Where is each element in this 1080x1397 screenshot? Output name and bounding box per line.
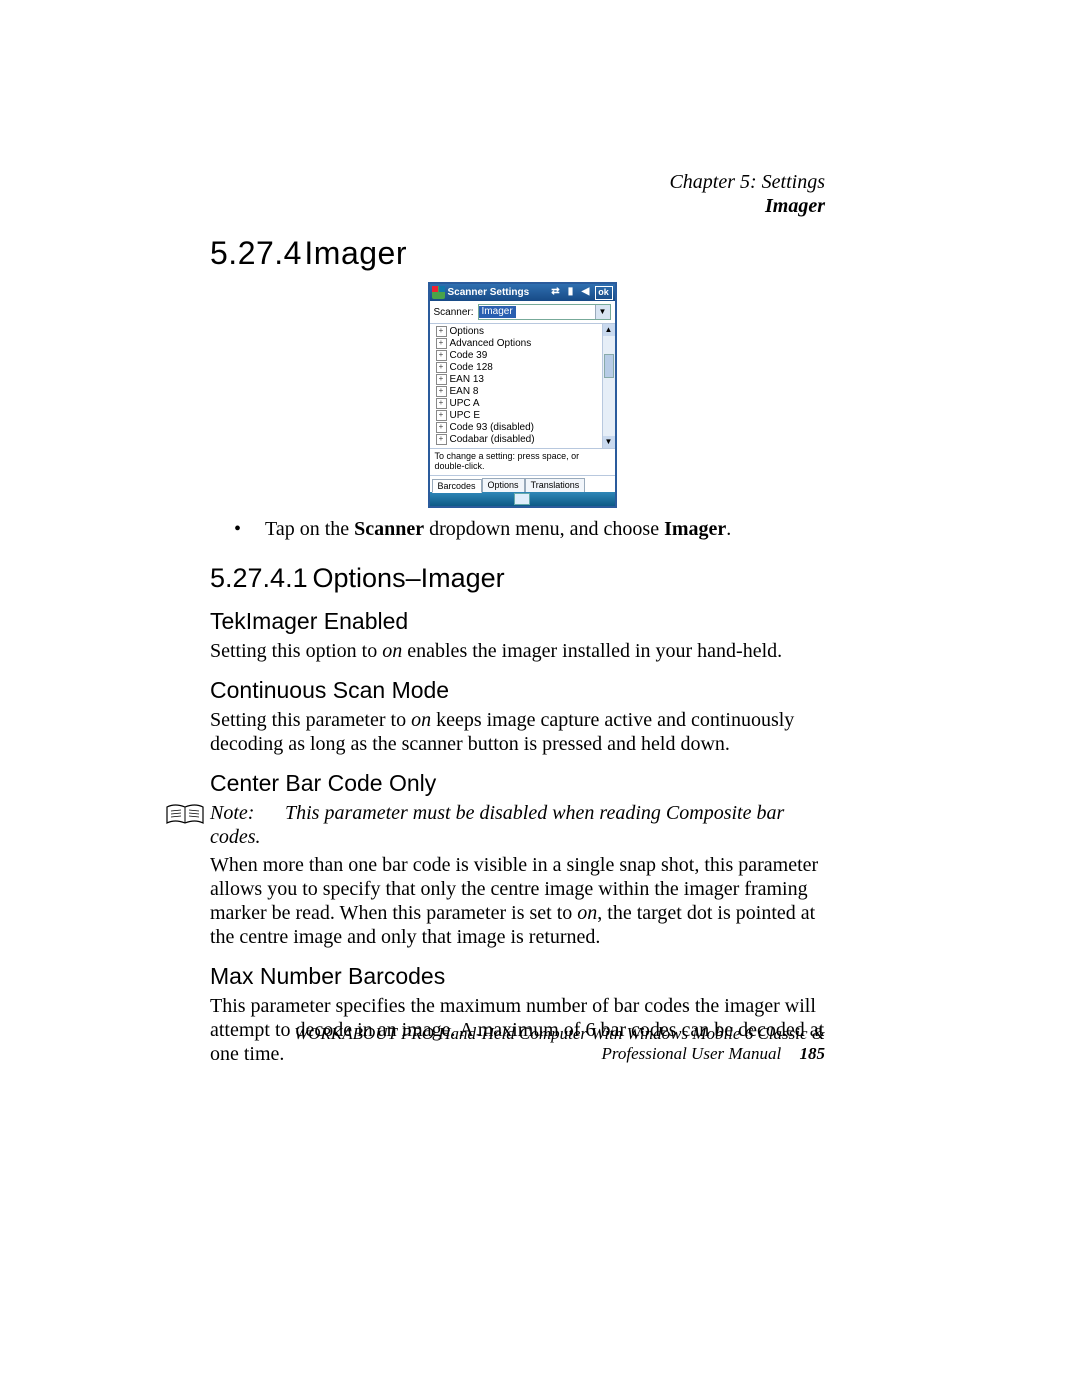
heading-continuous-scan: Continuous Scan Mode xyxy=(210,677,830,704)
heading-title: Imager xyxy=(304,235,407,271)
start-icon[interactable] xyxy=(432,286,445,299)
heading-title: Options–Imager xyxy=(313,563,505,593)
expand-icon[interactable]: + xyxy=(436,338,447,349)
note-line: Note: This parameter must be disabled wh… xyxy=(210,801,830,849)
tree-item[interactable]: +Codabar (disabled) xyxy=(432,433,613,445)
note-book-icon xyxy=(165,801,205,829)
para-continuous-scan: Setting this parameter to on keeps image… xyxy=(210,708,830,756)
tree-item[interactable]: +Code 128 xyxy=(432,361,613,373)
chevron-down-icon[interactable]: ▼ xyxy=(595,305,610,319)
heading-tekimager-enabled: TekImager Enabled xyxy=(210,608,830,635)
expand-icon[interactable]: + xyxy=(436,326,447,337)
tree-item[interactable]: +EAN 13 xyxy=(432,373,613,385)
scroll-up-icon[interactable]: ▲ xyxy=(603,324,615,336)
tree-item[interactable]: +EAN 8 xyxy=(432,385,613,397)
scanner-settings-screenshot: Scanner Settings ⇄ ▮ ◀ ok Scanner: Image… xyxy=(428,282,613,508)
tab-options[interactable]: Options xyxy=(482,478,525,492)
heading-number: 5.27.4 xyxy=(210,235,295,272)
keyboard-icon[interactable] xyxy=(514,493,530,505)
footer-text: WORKABOUT PRO Hand-Held Computer With Wi… xyxy=(294,1024,825,1063)
expand-icon[interactable]: + xyxy=(436,374,447,385)
scanner-dropdown[interactable]: Imager ▼ xyxy=(478,304,611,320)
tree-item[interactable]: +Advanced Options xyxy=(432,337,613,349)
heading-5-27-4-1: 5.27.4.1 Options–Imager xyxy=(210,563,830,594)
bullet-icon: • xyxy=(210,518,265,541)
scroll-thumb[interactable] xyxy=(604,354,614,378)
tab-barcodes[interactable]: Barcodes xyxy=(432,479,482,493)
para-center-barcode: When more than one bar code is visible i… xyxy=(210,853,830,949)
note-body: This parameter must be disabled when rea… xyxy=(210,802,784,848)
scrollbar[interactable]: ▲ ▼ xyxy=(602,324,615,448)
signal-icon[interactable]: ▮ xyxy=(565,286,577,298)
tab-translations[interactable]: Translations xyxy=(525,478,586,492)
instruction-text: Tap on the Scanner dropdown menu, and ch… xyxy=(265,518,731,541)
scanner-value: Imager xyxy=(479,306,516,318)
taskbar xyxy=(430,492,615,506)
expand-icon[interactable]: + xyxy=(436,350,447,361)
page-footer: WORKABOUT PRO Hand-Held Computer With Wi… xyxy=(210,1024,825,1064)
scanner-row: Scanner: Imager ▼ xyxy=(430,301,615,324)
expand-icon[interactable]: + xyxy=(436,410,447,421)
tree-item[interactable]: +UPC A xyxy=(432,397,613,409)
expand-icon[interactable]: + xyxy=(436,434,447,445)
tab-bar: Barcodes Options Translations xyxy=(430,476,615,492)
heading-number: 5.27.4.1 xyxy=(210,563,305,594)
para-tekimager: Setting this option to on enables the im… xyxy=(210,639,830,663)
ok-button[interactable]: ok xyxy=(595,286,613,300)
page-content: 5.27.4 Imager Scanner Settings ⇄ ▮ ◀ ok … xyxy=(210,235,830,1070)
tree-item[interactable]: +UPC E xyxy=(432,409,613,421)
tree-item[interactable]: +Code 93 (disabled) xyxy=(432,421,613,433)
instruction-bullet: • Tap on the Scanner dropdown menu, and … xyxy=(210,518,830,541)
header-chapter: Chapter 5: Settings xyxy=(669,170,825,194)
scroll-down-icon[interactable]: ▼ xyxy=(603,436,615,448)
settings-tree[interactable]: +Options +Advanced Options +Code 39 +Cod… xyxy=(430,324,615,449)
expand-icon[interactable]: + xyxy=(436,422,447,433)
scanner-label: Scanner: xyxy=(434,307,474,318)
connectivity-icon[interactable]: ⇄ xyxy=(550,286,562,298)
page-number: 185 xyxy=(800,1044,826,1063)
window-title: Scanner Settings xyxy=(448,287,550,298)
heading-center-barcode: Center Bar Code Only xyxy=(210,770,830,797)
window-titlebar: Scanner Settings ⇄ ▮ ◀ ok xyxy=(430,284,615,301)
heading-5-27-4: 5.27.4 Imager xyxy=(210,235,830,272)
volume-icon[interactable]: ◀ xyxy=(580,286,592,298)
tree-item[interactable]: +Code 39 xyxy=(432,349,613,361)
header-section: Imager xyxy=(669,194,825,218)
expand-icon[interactable]: + xyxy=(436,386,447,397)
tree-item[interactable]: +Options xyxy=(432,325,613,337)
note-label: Note: xyxy=(210,801,280,825)
expand-icon[interactable]: + xyxy=(436,362,447,373)
page-header: Chapter 5: Settings Imager xyxy=(669,170,825,218)
hint-text: To change a setting: press space, or dou… xyxy=(430,449,615,476)
heading-max-barcodes: Max Number Barcodes xyxy=(210,963,830,990)
expand-icon[interactable]: + xyxy=(436,398,447,409)
